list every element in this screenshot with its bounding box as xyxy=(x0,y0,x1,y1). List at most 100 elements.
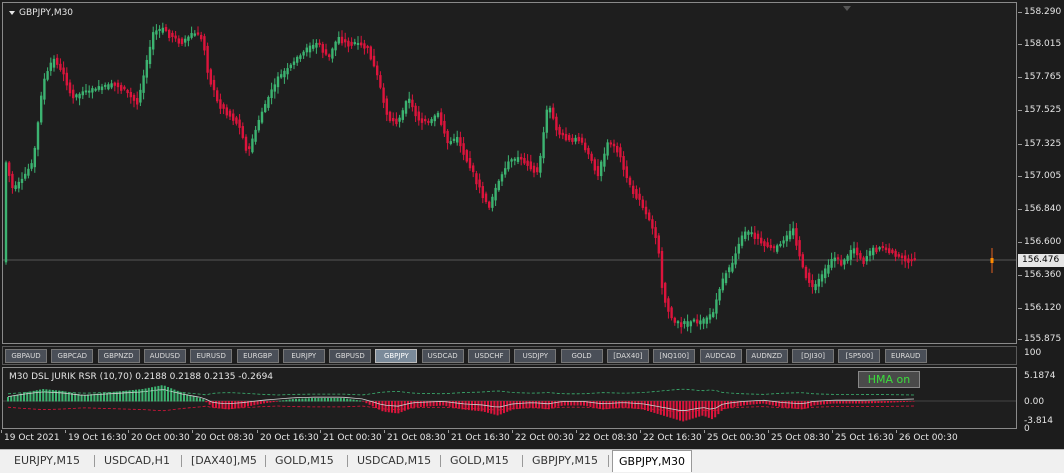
candle-body xyxy=(452,138,456,141)
symbol-button-gold[interactable]: GOLD xyxy=(560,349,603,363)
indicator-bar xyxy=(784,401,787,408)
candle-body xyxy=(520,156,523,160)
indicator-bar xyxy=(80,394,83,402)
dropdown-triangle-icon[interactable] xyxy=(9,11,15,15)
indicator-pane[interactable]: M30 DSL JURIK RSR (10,70) 0.2188 0.2188 … xyxy=(2,367,1017,429)
indicator-bar xyxy=(330,398,333,402)
candle-body xyxy=(148,46,152,64)
candle-body xyxy=(801,254,804,268)
indicator-bar xyxy=(899,401,902,403)
candlestick-chart[interactable] xyxy=(3,3,1016,343)
tab-separator xyxy=(522,455,523,467)
candle-body xyxy=(91,88,94,93)
indicator-bar xyxy=(720,401,723,411)
symbol-button-eurgbp[interactable]: EURGBP xyxy=(236,349,279,363)
symbol-button-audcad[interactable]: AUDCAD xyxy=(699,349,742,363)
indicator-bar xyxy=(893,401,896,403)
candle-body xyxy=(424,119,427,122)
indicator-bar xyxy=(157,385,160,402)
indicator-bar xyxy=(503,401,505,414)
price-chart-pane[interactable]: GBPJPY,M30 xyxy=(2,2,1017,344)
indicator-bar xyxy=(375,401,377,408)
symbol-button-audnzd[interactable]: AUDNZD xyxy=(745,349,788,363)
indicator-bar xyxy=(359,400,361,402)
indicator-bar xyxy=(400,401,403,413)
candle-body xyxy=(894,250,897,257)
candle-body xyxy=(417,111,420,121)
candle-body xyxy=(785,235,788,242)
indicator-bar xyxy=(391,401,393,413)
price-axis[interactable]: 158.290 158.015 157.765 157.525 157.325 157.0… xyxy=(1018,2,1064,344)
candle-body xyxy=(670,307,673,319)
indicator-bar xyxy=(803,401,806,409)
candle-body xyxy=(283,70,286,78)
indicator-bar xyxy=(291,399,294,402)
candle-body xyxy=(75,94,78,98)
indicator-bar xyxy=(749,401,752,405)
symbol-button-usdjpy[interactable]: USDJPY xyxy=(514,349,557,363)
symbol-button-eurjpy[interactable]: EURJPY xyxy=(282,349,325,363)
indicator-bar xyxy=(880,401,883,403)
symbol-button-euraud[interactable]: EURAUD xyxy=(884,349,927,363)
candle-body xyxy=(910,259,913,262)
candle-body xyxy=(340,36,344,44)
symbol-button-usdchf[interactable]: USDCHF xyxy=(468,349,510,363)
chart-title[interactable]: GBPJPY,M30 xyxy=(9,8,73,18)
chart-tab[interactable]: GOLD,M15 xyxy=(444,452,515,469)
symbol-button-gbpnzd[interactable]: GBPNZD xyxy=(97,349,140,363)
indicator-bar xyxy=(381,401,384,412)
candle-body xyxy=(379,75,382,88)
candle-body xyxy=(235,117,238,124)
candle-body xyxy=(168,29,171,38)
symbol-button-gbpusd[interactable]: GBPUSD xyxy=(329,349,372,363)
candle-body xyxy=(632,185,635,195)
chart-tab[interactable]: USDCAD,H1 xyxy=(98,452,176,469)
candle-body xyxy=(708,314,712,320)
symbol-button-gbpjpy[interactable]: GBPJPY xyxy=(375,349,418,363)
time-axis[interactable]: 19 Oct 2021 19 Oct 16:30 20 Oct 00:30 20 Oc… xyxy=(0,430,1064,448)
candle-body xyxy=(401,110,404,120)
candle-body xyxy=(228,110,232,117)
price-axis-tick xyxy=(1018,144,1022,145)
indicator-bar xyxy=(656,401,659,414)
symbol-button-nq100[interactable]: [NQ100] xyxy=(653,349,696,363)
indicator-bar xyxy=(147,387,150,402)
candle-body xyxy=(353,42,356,45)
chart-tab[interactable]: GBPJPY,M30 xyxy=(612,450,693,472)
symbol-button-eurusd[interactable]: EURUSD xyxy=(190,349,233,363)
chart-tab[interactable]: GBPJPY,M15 xyxy=(526,452,604,469)
chart-tab[interactable]: EURJPY,M15 xyxy=(8,452,86,469)
candle-body xyxy=(497,180,500,191)
chart-tab[interactable]: GOLD,M15 xyxy=(269,452,340,469)
symbol-button-gbpaud[interactable]: GBPAUD xyxy=(5,349,47,363)
candle-body xyxy=(404,101,408,114)
candle-body xyxy=(110,83,113,88)
indicator-bar xyxy=(13,395,16,402)
candle-body xyxy=(702,318,705,324)
indicator-bar xyxy=(608,401,611,409)
candle-body xyxy=(478,179,481,188)
symbol-button-audusd[interactable]: AUDUSD xyxy=(143,349,186,363)
indicator-bar xyxy=(189,395,192,402)
symbol-button-usdcad[interactable]: USDCAD xyxy=(421,349,464,363)
symbol-button-sp500[interactable]: [SP500] xyxy=(838,349,881,363)
indicator-axis[interactable]: 100 5.1874 0.00 -3.814 0 xyxy=(1018,346,1064,434)
chart-window[interactable]: GBPJPY,M30 158.290 158.015 157.765 157.525 1… xyxy=(0,0,1064,448)
candle-body xyxy=(680,322,683,328)
candle-body xyxy=(852,248,856,254)
candle-body xyxy=(542,132,545,159)
candle-body xyxy=(836,257,840,260)
chart-shift-marker-icon[interactable] xyxy=(843,6,851,11)
hma-toggle-button[interactable]: HMA on xyxy=(858,371,920,388)
symbol-button-gbpcad[interactable]: GBPCAD xyxy=(51,349,94,363)
candle-body xyxy=(500,174,504,182)
chart-tab[interactable]: [DAX40],M5 xyxy=(185,452,263,469)
candle-body xyxy=(683,321,686,324)
symbol-button-dji30[interactable]: [DJI30] xyxy=(792,349,835,363)
chart-tab[interactable]: USDCAD,M15 xyxy=(351,452,437,469)
candle-body xyxy=(676,321,680,324)
symbol-button-dax40[interactable]: [DAX40] xyxy=(606,349,649,363)
candle-body xyxy=(56,57,59,65)
candle-body xyxy=(286,68,289,75)
indicator-bar xyxy=(455,401,457,409)
